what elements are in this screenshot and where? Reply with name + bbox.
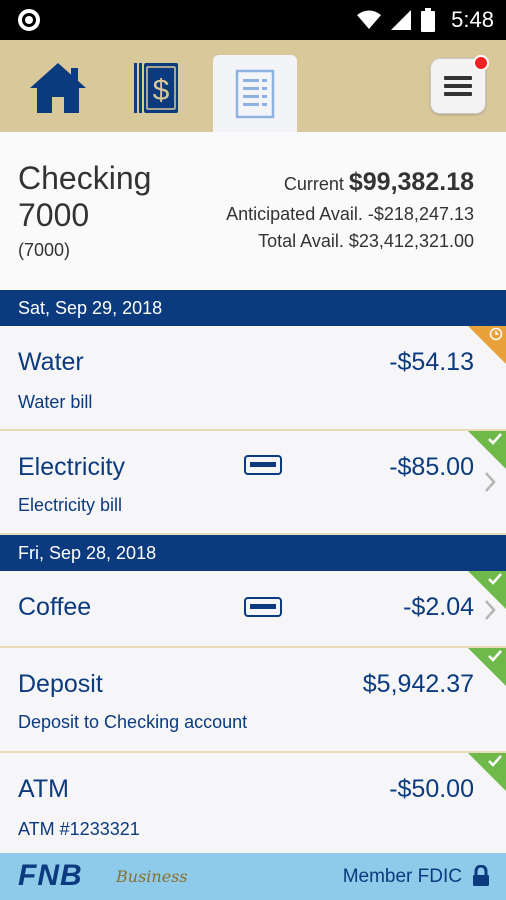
transaction-title: ATM: [18, 775, 69, 803]
transaction-row[interactable]: Water -$54.13 Water bill: [0, 326, 506, 431]
transaction-title: Water: [18, 348, 84, 376]
transaction-subtitle: Electricity bill: [18, 495, 123, 515]
date-header: Sat, Sep 29, 2018: [0, 290, 506, 326]
transaction-row[interactable]: ATM -$50.00 ATM #1233321: [0, 753, 506, 853]
transaction-amount: -$54.13: [389, 348, 474, 376]
hamburger-menu-icon: [444, 76, 472, 96]
card-icon: [244, 597, 282, 617]
transaction-title: Electricity: [18, 453, 125, 481]
chevron-right-icon: [485, 600, 496, 620]
current-balance: Current $99,382.18: [284, 168, 474, 197]
battery-icon: [421, 8, 436, 32]
status-bar: 5:48: [0, 0, 506, 40]
wifi-icon: [357, 10, 382, 29]
transaction-title: Coffee: [18, 593, 92, 621]
home-icon: [30, 63, 86, 113]
brand-subtitle: Business: [116, 867, 188, 886]
transaction-subtitle: Deposit to Checking account: [18, 712, 248, 732]
transaction-title: Deposit: [18, 670, 103, 698]
transaction-row[interactable]: Deposit $5,942.37 Deposit to Checking ac…: [0, 648, 506, 753]
chevron-right-icon: [485, 472, 496, 492]
anticipated-balance: Anticipated Avail. -$218,247.13: [226, 204, 474, 224]
svg-text:$: $: [153, 74, 170, 107]
check-icon: [488, 433, 502, 445]
transaction-subtitle: Water bill: [18, 392, 93, 412]
transaction-amount: -$50.00: [389, 775, 474, 803]
status-time: 5:48: [451, 7, 494, 32]
transaction-amount: -$2.04: [403, 593, 474, 621]
register-list-icon: [235, 69, 275, 118]
total-balance: Total Avail. $23,412,321.00: [258, 231, 474, 251]
signal-icon: [391, 10, 412, 30]
member-fdic-label: Member FDIC: [342, 866, 462, 887]
check-icon: [488, 755, 502, 767]
menu-button[interactable]: [430, 55, 489, 114]
current-balance-value: $99,382.18: [348, 168, 474, 196]
check-icon: [488, 573, 502, 585]
transaction-row[interactable]: Electricity -$85.00 Electricity bill: [0, 431, 506, 535]
footer: FNB Business Member FDIC: [0, 853, 506, 900]
status-icons: 5:48: [357, 6, 494, 34]
accounts-button[interactable]: $: [125, 50, 187, 126]
transaction-row[interactable]: Coffee -$2.04: [0, 571, 506, 648]
notification-badge: [473, 55, 489, 71]
lock-icon: [473, 865, 489, 886]
notification-dot-icon: [18, 9, 40, 31]
date-header: Fri, Sep 28, 2018: [0, 535, 506, 571]
account-name: Checking 7000: [18, 160, 152, 233]
transaction-subtitle: ATM #1233321: [18, 819, 140, 839]
account-number: (7000): [18, 240, 71, 260]
register-tab[interactable]: [213, 55, 297, 132]
current-balance-label: Current: [283, 174, 344, 194]
account-summary: Checking 7000 (7000) Current $99,382.18 …: [0, 132, 506, 289]
dollar-cards-icon: $: [134, 63, 178, 113]
top-nav: $: [0, 40, 506, 132]
clock-icon: [489, 327, 503, 341]
brand-logo: FNB: [18, 859, 83, 892]
transaction-amount: -$85.00: [389, 453, 474, 481]
check-icon: [488, 650, 502, 662]
transaction-amount: $5,942.37: [362, 670, 474, 698]
card-icon: [244, 455, 282, 475]
home-button[interactable]: [22, 50, 94, 126]
